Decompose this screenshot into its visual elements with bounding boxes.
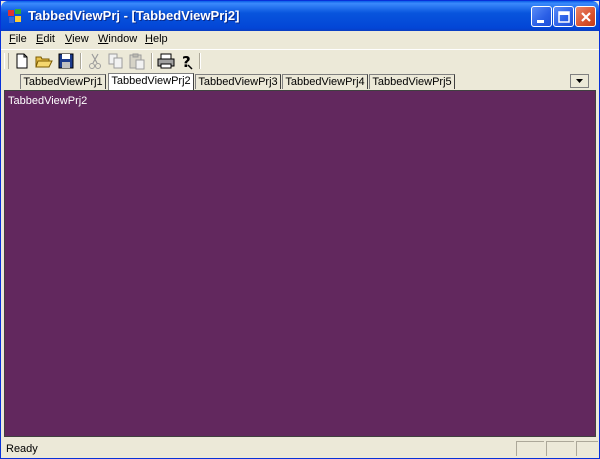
tab-tabbedviewprj4[interactable]: TabbedViewPrj4 [282, 74, 368, 89]
tab-tabbedviewprj5[interactable]: TabbedViewPrj5 [369, 74, 455, 89]
tab-tabbedviewprj2[interactable]: TabbedViewPrj2 [108, 73, 194, 90]
app-icon[interactable] [7, 8, 23, 24]
status-pane [516, 441, 544, 456]
maximize-button[interactable] [553, 6, 574, 27]
minimize-button[interactable] [531, 6, 552, 27]
status-pane [576, 441, 598, 456]
tab-tabbedviewprj1[interactable]: TabbedViewPrj1 [20, 74, 106, 89]
close-button[interactable] [575, 6, 596, 27]
paste-icon[interactable] [128, 52, 146, 70]
copy-icon[interactable] [107, 52, 125, 70]
tab-tabbedviewprj3[interactable]: TabbedViewPrj3 [195, 74, 281, 89]
tab-list-dropdown-button[interactable] [570, 74, 589, 88]
status-bar: Ready [1, 439, 599, 458]
cut-icon[interactable] [86, 52, 104, 70]
menu-help[interactable]: Help [145, 33, 168, 45]
save-icon[interactable] [57, 52, 75, 70]
menu-file[interactable]: File [9, 33, 27, 45]
help-icon[interactable]: ? [178, 52, 196, 70]
status-pane [546, 441, 574, 456]
toolbar-grip[interactable] [4, 53, 9, 69]
window-title: TabbedViewPrj - [TabbedViewPrj2] [28, 8, 240, 23]
status-text: Ready [6, 443, 38, 455]
print-icon[interactable] [157, 52, 175, 70]
title-bar[interactable]: TabbedViewPrj - [TabbedViewPrj2] [1, 1, 599, 31]
minimize-icon [537, 20, 544, 23]
toolbar-separator [151, 53, 153, 69]
view-label: TabbedViewPrj2 [8, 95, 88, 107]
toolbar: ? [1, 49, 599, 73]
chevron-down-icon [576, 79, 583, 83]
menu-bar: File Edit View Window Help [1, 31, 599, 48]
maximize-icon [558, 11, 570, 23]
menu-view[interactable]: View [65, 33, 89, 45]
close-icon [581, 12, 591, 22]
document-view[interactable]: TabbedViewPrj2 [4, 90, 596, 437]
toolbar-separator [80, 53, 82, 69]
menu-window[interactable]: Window [98, 33, 137, 45]
app-window: TabbedViewPrj - [TabbedViewPrj2] File Ed… [0, 0, 600, 459]
tab-strip: TabbedViewPrj1 TabbedViewPrj2 TabbedView… [1, 72, 599, 90]
new-file-icon[interactable] [13, 52, 31, 70]
menu-edit[interactable]: Edit [36, 33, 55, 45]
open-folder-icon[interactable] [35, 52, 53, 70]
toolbar-separator [199, 53, 201, 69]
